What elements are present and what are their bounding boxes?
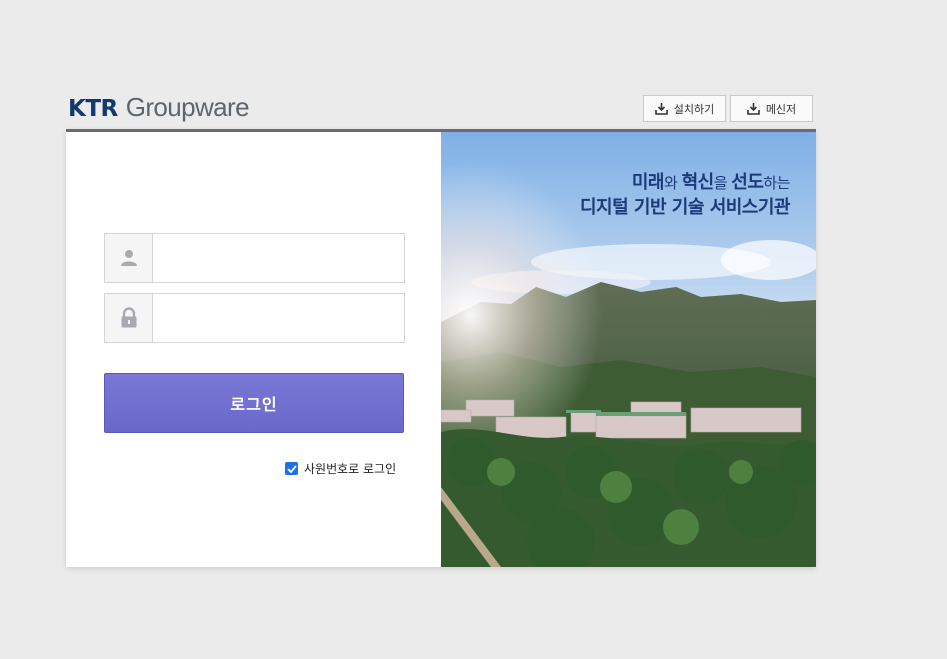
logo-brand: KTR	[68, 96, 118, 122]
hero-tagline-word: 미래	[631, 172, 665, 193]
user-icon-addon	[105, 234, 153, 282]
checkbox-checked-icon[interactable]	[285, 462, 298, 475]
logo-product: Groupware	[125, 92, 250, 122]
hero-tagline-line2: 디지털 기반 기술 서비스기관	[579, 197, 791, 218]
hero-tagline-line1: 미래와 혁신을 선도하는	[631, 168, 791, 194]
lock-icon-addon	[105, 294, 153, 342]
employee-number-login-option[interactable]: 사원번호로 로그인	[285, 460, 396, 477]
download-icon	[747, 102, 760, 115]
password-field	[104, 293, 405, 343]
employee-number-login-label: 사원번호로 로그인	[304, 462, 397, 476]
user-icon	[120, 250, 137, 266]
logo: KTR Groupware	[68, 92, 250, 124]
hero-tagline-particle: 하는	[763, 174, 790, 192]
user-id-field	[104, 233, 405, 283]
login-card: 로그인 사원번호로 로그인 미래와 혁신을 선도하는 디지털 기반 기술 서비스…	[66, 129, 816, 567]
lock-icon	[121, 307, 136, 328]
hero-tagline-particle: 을	[713, 174, 732, 192]
hero-tagline-word: 선도	[731, 172, 764, 193]
messenger-button[interactable]: 메신저	[730, 95, 813, 122]
install-button[interactable]: 설치하기	[643, 95, 726, 122]
messenger-label: 메신저	[765, 102, 797, 116]
hero-tagline-particle: 와	[663, 174, 682, 192]
password-input[interactable]	[153, 294, 404, 342]
install-label: 설치하기	[673, 102, 715, 116]
user-id-input[interactable]	[153, 234, 404, 282]
hero-image: 미래와 혁신을 선도하는 디지털 기반 기술 서비스기관	[441, 132, 816, 567]
download-icon	[654, 102, 668, 115]
hero-tagline-word: 혁신	[681, 172, 715, 193]
login-button[interactable]: 로그인	[104, 373, 404, 433]
